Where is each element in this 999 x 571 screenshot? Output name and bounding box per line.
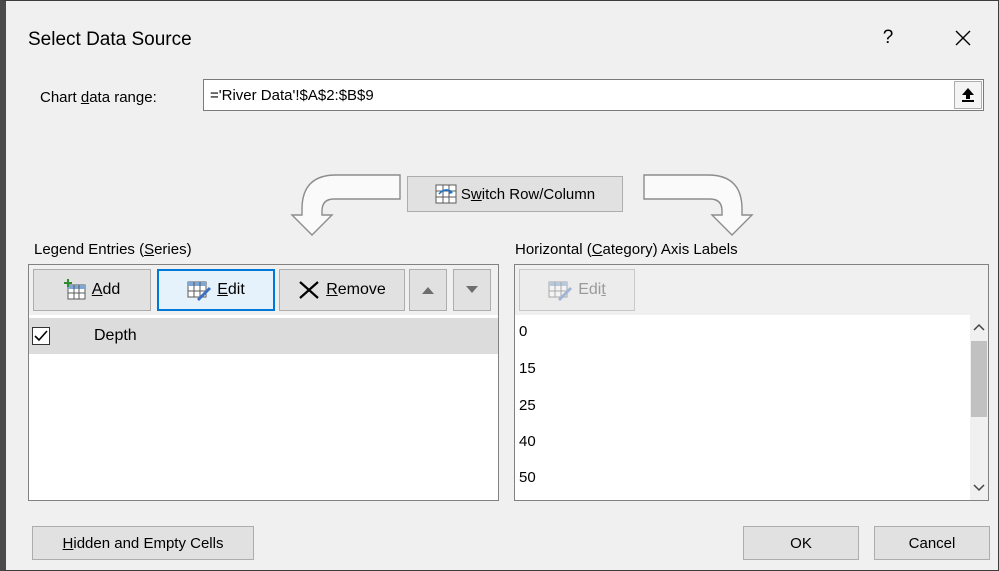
edit-series-button[interactable]: Edit: [157, 269, 275, 311]
add-table-icon: [63, 279, 86, 300]
switch-row-column-icon: [435, 184, 457, 204]
triangle-down-icon: [466, 286, 478, 293]
scroll-up-button[interactable]: [970, 317, 988, 337]
curved-arrow-left-icon: [290, 174, 401, 236]
series-checkbox[interactable]: [32, 327, 50, 345]
category-item: 25: [519, 397, 536, 414]
series-list-item[interactable]: Depth: [29, 318, 498, 354]
chevron-down-icon: [973, 484, 985, 492]
axis-toolbar: Edit: [515, 265, 988, 315]
remove-series-button[interactable]: Remove: [279, 269, 405, 311]
collapse-upload-icon: [962, 88, 974, 102]
checkmark-icon: [34, 330, 48, 342]
close-icon: [955, 30, 971, 46]
edit-table-icon: [187, 281, 212, 301]
edit-axis-label: Edit: [578, 281, 606, 298]
dialog-title: Select Data Source: [28, 29, 192, 50]
category-item: 50: [519, 469, 536, 486]
legend-toolbar: Add Edit Remove: [29, 265, 498, 315]
legend-entries-panel: Add Edit Remove Depth: [28, 264, 499, 501]
ok-button[interactable]: OK: [743, 526, 859, 560]
edit-table-icon: [548, 281, 573, 301]
triangle-up-icon: [422, 287, 434, 294]
category-item: 40: [519, 433, 536, 450]
chart-data-range-label: Chart data range:: [40, 89, 157, 106]
hidden-empty-cells-button[interactable]: Hidden and Empty Cells: [32, 526, 254, 560]
collapse-dialog-button[interactable]: [954, 81, 982, 109]
axis-labels-panel: Edit 0 15 25 40 50: [514, 264, 989, 501]
legend-entries-label: Legend Entries (Series): [34, 241, 192, 258]
help-button[interactable]: ?: [874, 23, 902, 53]
remove-x-icon: [299, 281, 319, 299]
switch-row-column-label: Switch Row/Column: [460, 185, 596, 203]
move-down-button[interactable]: [453, 269, 491, 311]
cancel-button[interactable]: Cancel: [874, 526, 990, 560]
switch-row-column-button[interactable]: Switch Row/Column: [407, 176, 623, 212]
series-name: Depth: [94, 327, 137, 344]
category-list: 0 15 25 40 50: [515, 315, 970, 500]
move-up-button[interactable]: [409, 269, 447, 311]
category-item: 15: [519, 360, 536, 377]
axis-labels-label: Horizontal (Category) Axis Labels: [515, 241, 738, 258]
category-item: 0: [519, 323, 528, 340]
curved-arrow-right-icon: [643, 174, 754, 236]
edit-label: Edit: [217, 281, 245, 298]
close-button[interactable]: [946, 23, 980, 53]
scroll-down-button[interactable]: [970, 478, 988, 498]
category-scrollbar[interactable]: [970, 315, 988, 500]
add-label: Add: [91, 281, 121, 298]
chevron-up-icon: [973, 323, 985, 331]
remove-label: Remove: [326, 281, 386, 298]
scroll-thumb[interactable]: [971, 341, 987, 417]
hidden-empty-cells-label: Hidden and Empty Cells: [62, 534, 224, 552]
select-data-source-dialog: Select Data Source ? Chart data range: =…: [0, 0, 999, 571]
add-series-button[interactable]: Add: [33, 269, 151, 311]
edit-axis-labels-button[interactable]: Edit: [519, 269, 635, 311]
chart-data-range-input[interactable]: [203, 79, 984, 111]
